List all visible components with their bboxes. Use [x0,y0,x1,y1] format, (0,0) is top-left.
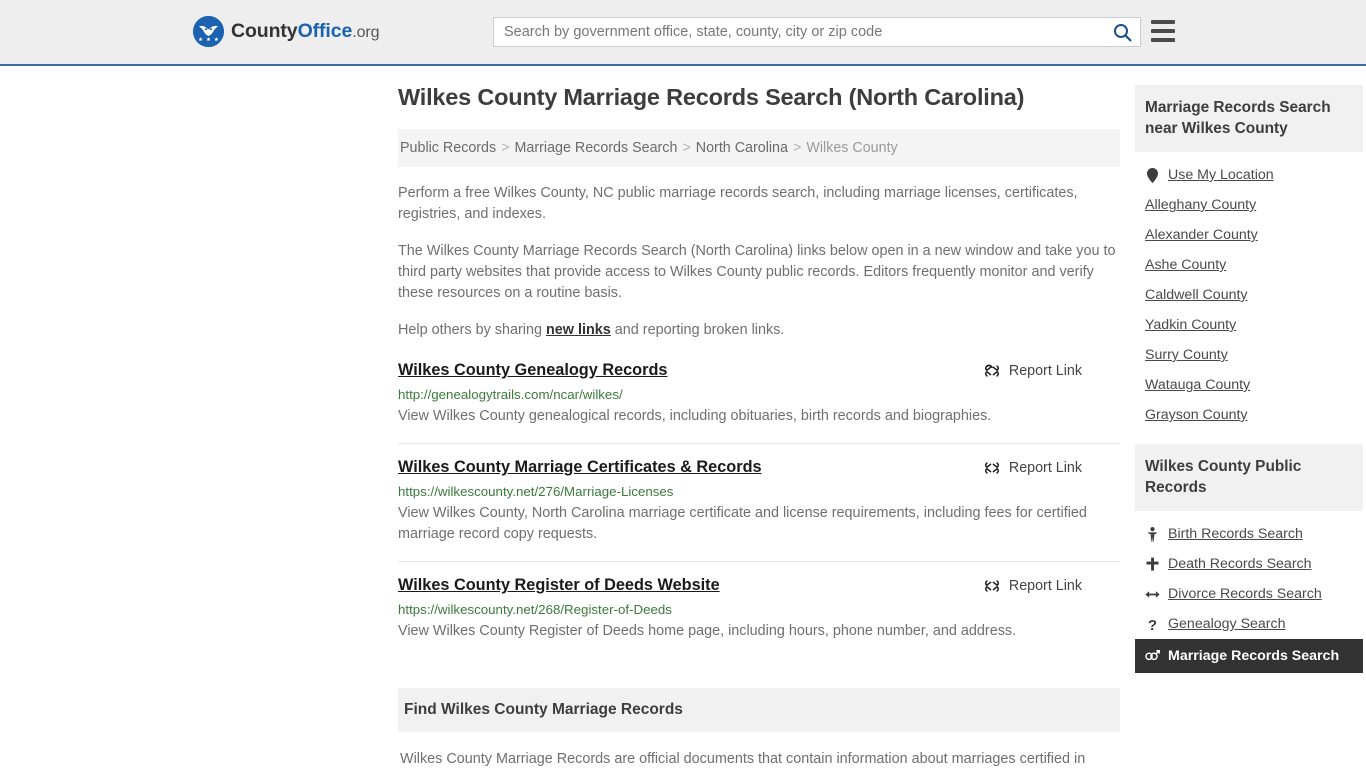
sidebar-item-divorce-records-search[interactable]: Divorce Records Search [1135,579,1363,609]
hamburger-bar [1151,38,1175,42]
sidebar-item-label: Caldwell County [1145,287,1248,303]
main-column: Wilkes County Marriage Records Search (N… [398,84,1120,768]
panel-list: Birth Records Search Death Records Searc… [1135,511,1363,673]
sidebar-item-watauga-county[interactable]: Watauga County [1135,370,1363,400]
hamburger-menu-icon[interactable] [1151,20,1175,42]
find-records-heading: Find Wilkes County Marriage Records [398,688,1120,732]
map-pin-icon [1145,167,1160,183]
hamburger-bar [1151,20,1175,24]
sidebar-item-label: Birth Records Search [1168,526,1303,542]
broken-link-icon [984,580,999,592]
site-logo[interactable]: CountyOffice.org [193,16,380,47]
logo-text-county: County [231,20,298,42]
site-logo-text: CountyOffice.org [231,20,380,43]
panel-heading: Marriage Records Search near Wilkes Coun… [1135,85,1363,152]
sidebar-item-label: Watauga County [1145,377,1251,393]
sidebar-item-label: Death Records Search [1168,556,1312,572]
breadcrumb-separator: > [792,140,802,156]
svg-text:?: ? [1148,617,1157,632]
sidebar: Marriage Records Search near Wilkes Coun… [1135,85,1363,687]
logo-text-office: Office [297,20,353,42]
panel-list: Use My Location Alleghany County Alexand… [1135,152,1363,430]
intro-paragraph-3: Help others by sharing new links and rep… [398,320,1120,341]
left-right-arrow-icon [1145,589,1160,600]
panel-heading: Wilkes County Public Records [1135,444,1363,511]
report-link-label: Report Link [1008,363,1082,379]
eagle-stars-logo-icon [193,16,224,47]
report-link-button[interactable]: Report Link [984,578,1082,594]
broken-link-icon [984,462,999,474]
sidebar-item-marriage-records-search[interactable]: Marriage Records Search [1135,639,1363,673]
sidebar-item-label: Divorce Records Search [1168,586,1322,602]
sidebar-item-alexander-county[interactable]: Alexander County [1135,220,1363,250]
results-list: Report Link Wilkes County Genealogy Reco… [398,361,1120,658]
breadcrumb: Public Records > Marriage Records Search > N… [398,129,1120,167]
breadcrumb-separator: > [682,140,691,156]
result-url: http://genealogytrails.com/ncar/wilkes/ [398,387,623,402]
search-input[interactable] [494,18,1104,46]
result-item: Report Link Wilkes County Marriage Certi… [398,458,1120,562]
sidebar-item-label: Yadkin County [1145,317,1237,333]
breadcrumb-item-wilkes-county: Wilkes County [806,140,898,156]
sidebar-item-label: Alleghany County [1145,197,1257,213]
breadcrumb-separator: > [501,140,510,156]
sidebar-item-yadkin-county[interactable]: Yadkin County [1135,310,1363,340]
breadcrumb-item-north-carolina[interactable]: North Carolina [696,140,788,156]
broken-link-icon [984,364,999,377]
result-title-link[interactable]: Wilkes County Register of Deeds Website [398,576,720,595]
sidebar-item-label: Use My Location [1168,167,1274,183]
page-title: Wilkes County Marriage Records Search (N… [398,84,1025,110]
sidebar-item-label: Ashe County [1145,257,1227,273]
report-link-button[interactable]: Report Link [984,460,1082,476]
new-links-link[interactable]: new links [546,322,611,338]
search-button[interactable] [1104,18,1140,46]
intro-paragraph-2: The Wilkes County Marriage Records Searc… [398,243,1116,301]
result-item: Report Link Wilkes County Genealogy Reco… [398,361,1120,444]
header-inner: CountyOffice.org [0,0,1366,64]
sidebar-item-use-my-location[interactable]: Use My Location [1135,160,1363,190]
sidebar-item-label: Surry County [1145,347,1228,363]
sidebar-item-ashe-county[interactable]: Ashe County [1135,250,1363,280]
share-text-after: and reporting broken links. [610,322,785,338]
panel-nearby-counties: Marriage Records Search near Wilkes Coun… [1135,85,1363,430]
sidebar-item-genealogy-search[interactable]: ? Genealogy Search [1135,609,1363,639]
result-description: View Wilkes County genealogical records,… [398,408,992,424]
result-description: View Wilkes County Register of Deeds hom… [398,623,1017,639]
logo-text-org: .org [352,24,380,41]
result-item: Report Link Wilkes County Register of De… [398,576,1120,658]
share-text-before: Help others by sharing [398,322,546,338]
sidebar-item-caldwell-county[interactable]: Caldwell County [1135,280,1363,310]
result-title-link[interactable]: Wilkes County Marriage Certificates & Re… [398,458,762,477]
venus-mars-icon [1145,649,1160,663]
cross-icon [1145,557,1160,571]
result-description: View Wilkes County, North Carolina marri… [398,505,1087,542]
sidebar-item-label: Grayson County [1145,407,1248,423]
report-link-button[interactable]: Report Link [984,363,1082,379]
baby-icon [1145,526,1160,542]
search-bar[interactable] [493,17,1141,47]
hamburger-bar [1151,29,1175,33]
sidebar-item-label: Marriage Records Search [1168,648,1340,664]
result-url: https://wilkescounty.net/268/Register-of… [398,602,672,617]
find-records-section: Find Wilkes County Marriage Records Wilk… [398,688,1120,768]
intro-paragraph-1: Perform a free Wilkes County, NC public … [398,185,1078,222]
breadcrumb-item-marriage-records-search[interactable]: Marriage Records Search [515,140,678,156]
sidebar-item-alleghany-county[interactable]: Alleghany County [1135,190,1363,220]
report-link-label: Report Link [1008,460,1082,476]
result-url: https://wilkescounty.net/276/Marriage-Li… [398,484,674,499]
sidebar-item-death-records-search[interactable]: Death Records Search [1135,549,1363,579]
report-link-label: Report Link [1008,578,1082,594]
find-records-body: Wilkes County Marriage Records are offic… [400,751,1086,767]
sidebar-item-surry-county[interactable]: Surry County [1135,340,1363,370]
breadcrumb-item-public-records[interactable]: Public Records [400,140,496,156]
sidebar-item-birth-records-search[interactable]: Birth Records Search [1135,519,1363,549]
search-icon [1113,23,1131,41]
sidebar-item-label: Alexander County [1145,227,1258,243]
sidebar-item-grayson-county[interactable]: Grayson County [1135,400,1363,430]
sidebar-item-label: Genealogy Search [1168,616,1286,632]
site-header: CountyOffice.org [0,0,1366,66]
panel-public-records: Wilkes County Public Records Birth Recor… [1135,444,1363,673]
question-mark-icon: ? [1145,617,1160,632]
result-title-link[interactable]: Wilkes County Genealogy Records [398,361,667,380]
